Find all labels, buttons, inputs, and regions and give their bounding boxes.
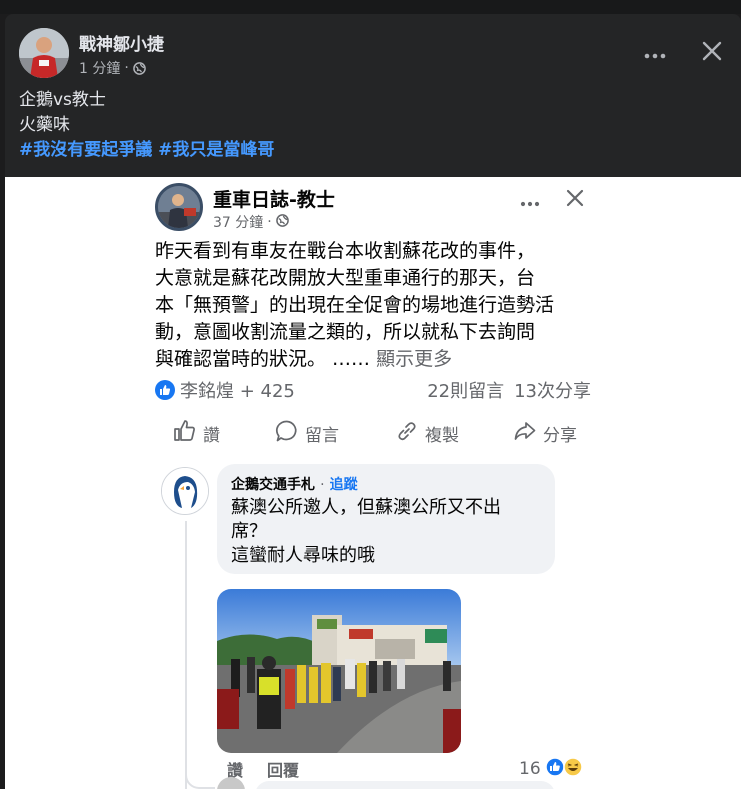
post-card: 戰神鄒小捷 1 分鐘 · 企鵝vs教士 火藥味 #我沒有要起爭議 #我只是當峰哥 bbox=[5, 14, 741, 789]
copy-button[interactable]: 複製 bbox=[395, 417, 459, 449]
reaction-count: 16 bbox=[519, 759, 541, 779]
shared-author-name[interactable]: 重車日誌-教士 bbox=[213, 185, 335, 212]
shared-author-avatar[interactable] bbox=[155, 183, 203, 231]
comment-icon bbox=[275, 419, 299, 448]
comment-actions: 讚 回覆 16 bbox=[227, 757, 587, 781]
globe-icon bbox=[132, 61, 146, 75]
comment-text-line: 蘇澳公所邀人，但蘇澳公所又不出 bbox=[231, 497, 501, 518]
shares-count[interactable]: 13次分享 bbox=[514, 377, 591, 403]
close-icon bbox=[702, 41, 722, 65]
comment-text-line: 席？ bbox=[231, 521, 267, 542]
like-label: 讚 bbox=[203, 425, 220, 446]
meta-separator: · bbox=[124, 60, 129, 76]
like-badge-icon bbox=[155, 380, 175, 400]
like-button[interactable]: 讚 bbox=[173, 417, 220, 449]
shared-post-header: 重車日誌-教士 37 分鐘 · bbox=[155, 181, 595, 231]
next-reply-bubble bbox=[255, 781, 555, 789]
shared-close-button[interactable] bbox=[560, 185, 590, 215]
body-line: 昨天看到有車友在戰台本收割蘇花改的事件， bbox=[155, 240, 536, 262]
copy-icon bbox=[395, 419, 419, 448]
author-avatar[interactable] bbox=[19, 28, 69, 78]
share-label: 分享 bbox=[543, 425, 577, 446]
shared-more-button[interactable] bbox=[515, 189, 545, 213]
thread-connector bbox=[185, 763, 215, 789]
more-icon bbox=[520, 192, 540, 211]
like-reaction-icon bbox=[544, 757, 565, 781]
comment-label: 留言 bbox=[305, 425, 339, 446]
reactors-text[interactable]: 李銘煌 + 425 bbox=[180, 377, 295, 403]
body-line-last: 與確認當時的狀況。 …… 顯示更多 bbox=[155, 346, 595, 373]
meta-separator: · bbox=[267, 214, 272, 230]
shared-post-stats: 李銘煌 + 425 22則留言 13次分享 bbox=[155, 377, 595, 403]
shared-post-time[interactable]: 37 分鐘 bbox=[213, 212, 263, 232]
top-strip bbox=[0, 0, 741, 14]
post-text-line: 火藥味 bbox=[19, 115, 70, 135]
author-name[interactable]: 戰神鄒小捷 bbox=[79, 30, 164, 55]
comment-reactions[interactable]: 16 bbox=[519, 757, 583, 781]
comment-text: 蘇澳公所邀人，但蘇澳公所又不出 席？ 這蠻耐人尋味的哦 bbox=[231, 496, 541, 568]
body-line: 動，意圖收割流量之類的，所以就私下去詢問 bbox=[155, 321, 536, 343]
post-time[interactable]: 1 分鐘 bbox=[79, 58, 120, 78]
comments-count[interactable]: 22則留言 bbox=[427, 377, 504, 403]
share-button[interactable]: 分享 bbox=[513, 417, 577, 449]
shared-post-body: 昨天看到有車友在戰台本收割蘇花改的事件， 大意就是蘇花改開放大型重車通行的那天，… bbox=[155, 238, 595, 373]
commenter-avatar[interactable] bbox=[161, 467, 209, 515]
hashtags: #我沒有要起爭議 #我只是當峰哥 bbox=[19, 138, 274, 163]
shared-post-actions: 讚 留言 複製 分享 bbox=[155, 417, 595, 449]
stats-right: 22則留言 13次分享 bbox=[427, 377, 591, 403]
body-line: 本「無預警」的出現在全促會的場地進行造勢活 bbox=[155, 294, 555, 316]
hashtag-link[interactable]: #我只是當峰哥 bbox=[158, 140, 274, 160]
share-icon bbox=[513, 419, 537, 448]
comment-reply-button[interactable]: 回覆 bbox=[267, 757, 299, 781]
post-meta: 1 分鐘 · bbox=[79, 58, 146, 78]
commenter-separator: · bbox=[320, 477, 325, 493]
body-line: 與確認當時的狀況。 …… bbox=[155, 348, 371, 370]
comment-photo[interactable] bbox=[217, 589, 461, 753]
comment-text-line: 這蠻耐人尋味的哦 bbox=[231, 545, 375, 566]
thread-line bbox=[185, 521, 187, 789]
follow-button[interactable]: 追蹤 bbox=[330, 477, 358, 493]
post-header: 戰神鄒小捷 1 分鐘 · bbox=[19, 28, 729, 82]
commenter-name[interactable]: 企鵝交通手札 bbox=[231, 477, 315, 493]
more-options-button[interactable] bbox=[637, 40, 673, 66]
close-icon bbox=[566, 189, 584, 211]
see-more-link[interactable]: 顯示更多 bbox=[376, 348, 452, 370]
shared-post-screenshot[interactable]: 重車日誌-教士 37 分鐘 · 昨天看到有車友在戰台本收割蘇花改的事件， 大意就… bbox=[5, 177, 741, 789]
post-text-line: 企鵝vs教士 bbox=[19, 90, 106, 110]
copy-label: 複製 bbox=[425, 425, 459, 446]
hashtag-link[interactable]: #我沒有要起爭議 bbox=[19, 140, 152, 160]
post-text: 企鵝vs教士 火藥味 #我沒有要起爭議 #我只是當峰哥 bbox=[19, 88, 274, 163]
close-button[interactable] bbox=[695, 36, 729, 70]
body-line: 大意就是蘇花改開放大型重車通行的那天，台 bbox=[155, 267, 536, 289]
like-icon bbox=[173, 419, 197, 448]
globe-icon bbox=[275, 213, 289, 231]
more-icon bbox=[644, 44, 666, 63]
comment-button[interactable]: 留言 bbox=[275, 417, 339, 449]
shared-post-meta: 37 分鐘 · bbox=[213, 212, 289, 232]
haha-emoji-icon bbox=[562, 757, 583, 781]
comment-bubble: 企鵝交通手札 · 追蹤 蘇澳公所邀人，但蘇澳公所又不出 席？ 這蠻耐人尋味的哦 bbox=[217, 464, 555, 574]
